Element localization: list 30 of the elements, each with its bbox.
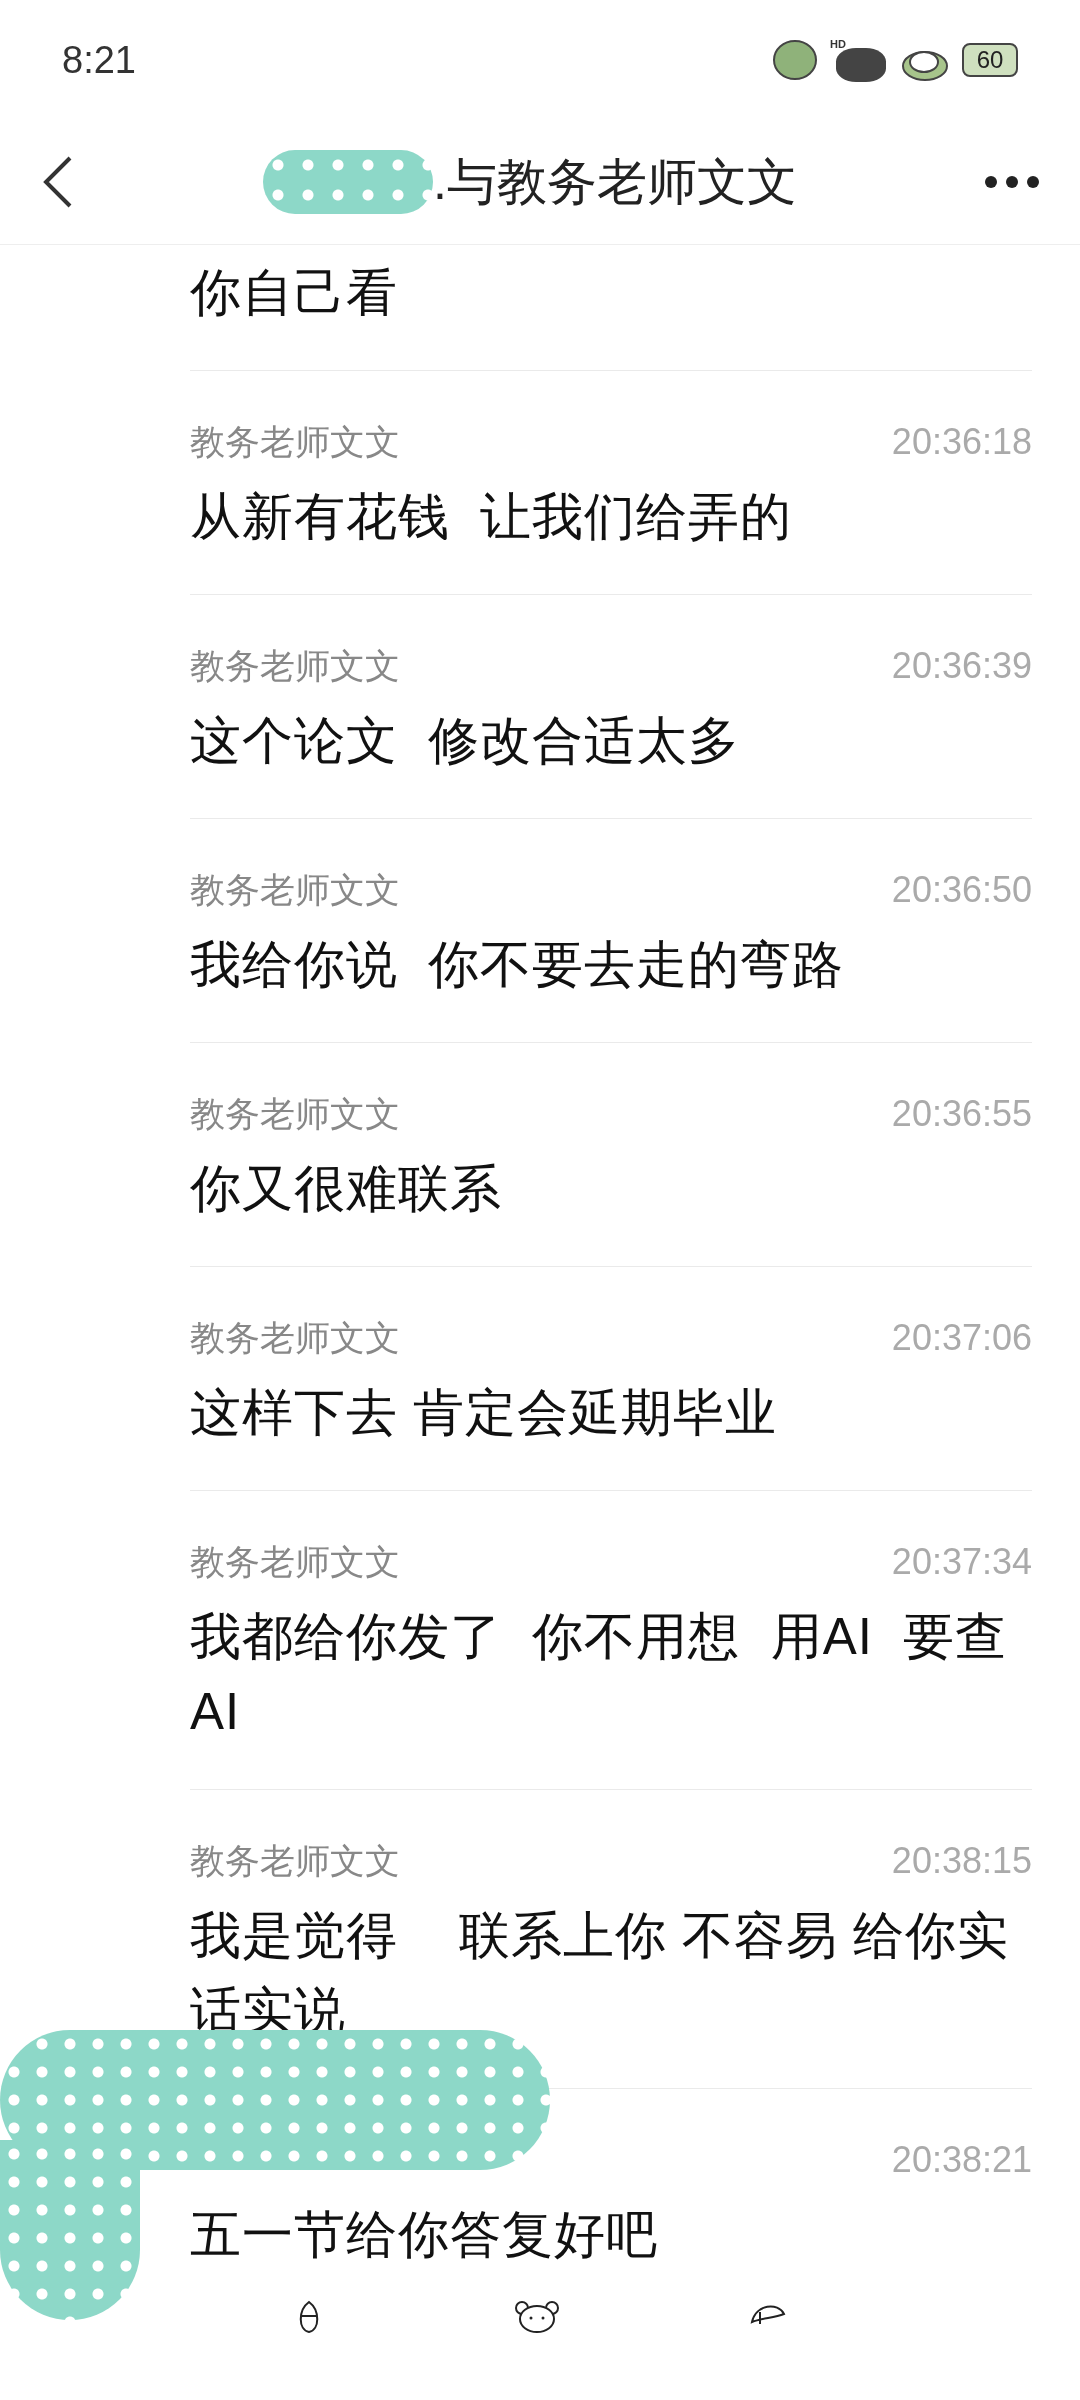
message-text: 我都给你发了 你不用想 用AI 要查AI — [190, 1607, 1009, 1742]
more-icon[interactable] — [984, 175, 1040, 189]
sender-name: 教务老师文文 — [190, 868, 400, 911]
message-text: 五一节给你答复好吧 — [190, 2205, 659, 2265]
message-text: 我给你说 你不要去走的弯路 — [190, 935, 846, 995]
sender-name: 教务老师文文 — [190, 1839, 400, 1882]
message-time: 20:36:50 — [891, 868, 1032, 912]
sender-name: 教务老师文文 — [190, 420, 400, 463]
message-time: 20:38:15 — [891, 1839, 1032, 1883]
message-time: 20:38:21 — [891, 2138, 1032, 2182]
sender-name: 教务老师文文 — [190, 1540, 400, 1583]
sender-name: 教务老师文文 — [190, 1092, 400, 1135]
message-text: 从新有花钱 让我们给弄的 — [190, 487, 794, 547]
sender-name: 教务老师文文 — [190, 1316, 400, 1359]
message-time: 20:37:06 — [891, 1316, 1032, 1360]
message-text: 你又很难联系 — [190, 1159, 503, 1219]
hd-label: HD — [830, 38, 846, 50]
message-time: 20:36:39 — [891, 644, 1032, 688]
message-text: 这个论文 修改合适太多 — [190, 711, 742, 771]
chat-title: .与教务老师文文 — [433, 152, 797, 212]
status-time: 8:21 — [62, 37, 136, 83]
message-time: 20:37:34 — [891, 1540, 1032, 1584]
battery-level: 60 — [976, 47, 1004, 73]
sender-name: 教务老师文文 — [190, 644, 400, 687]
message-time: 20:36:18 — [891, 420, 1032, 464]
bear-face-icon[interactable] — [514, 2300, 560, 2334]
message-text: 这样下去 肯定会延期毕业 — [190, 1383, 779, 1443]
message-text: 你自己看 — [190, 263, 399, 323]
message-time: 20:36:55 — [891, 1092, 1032, 1136]
redaction-blob — [836, 48, 886, 82]
